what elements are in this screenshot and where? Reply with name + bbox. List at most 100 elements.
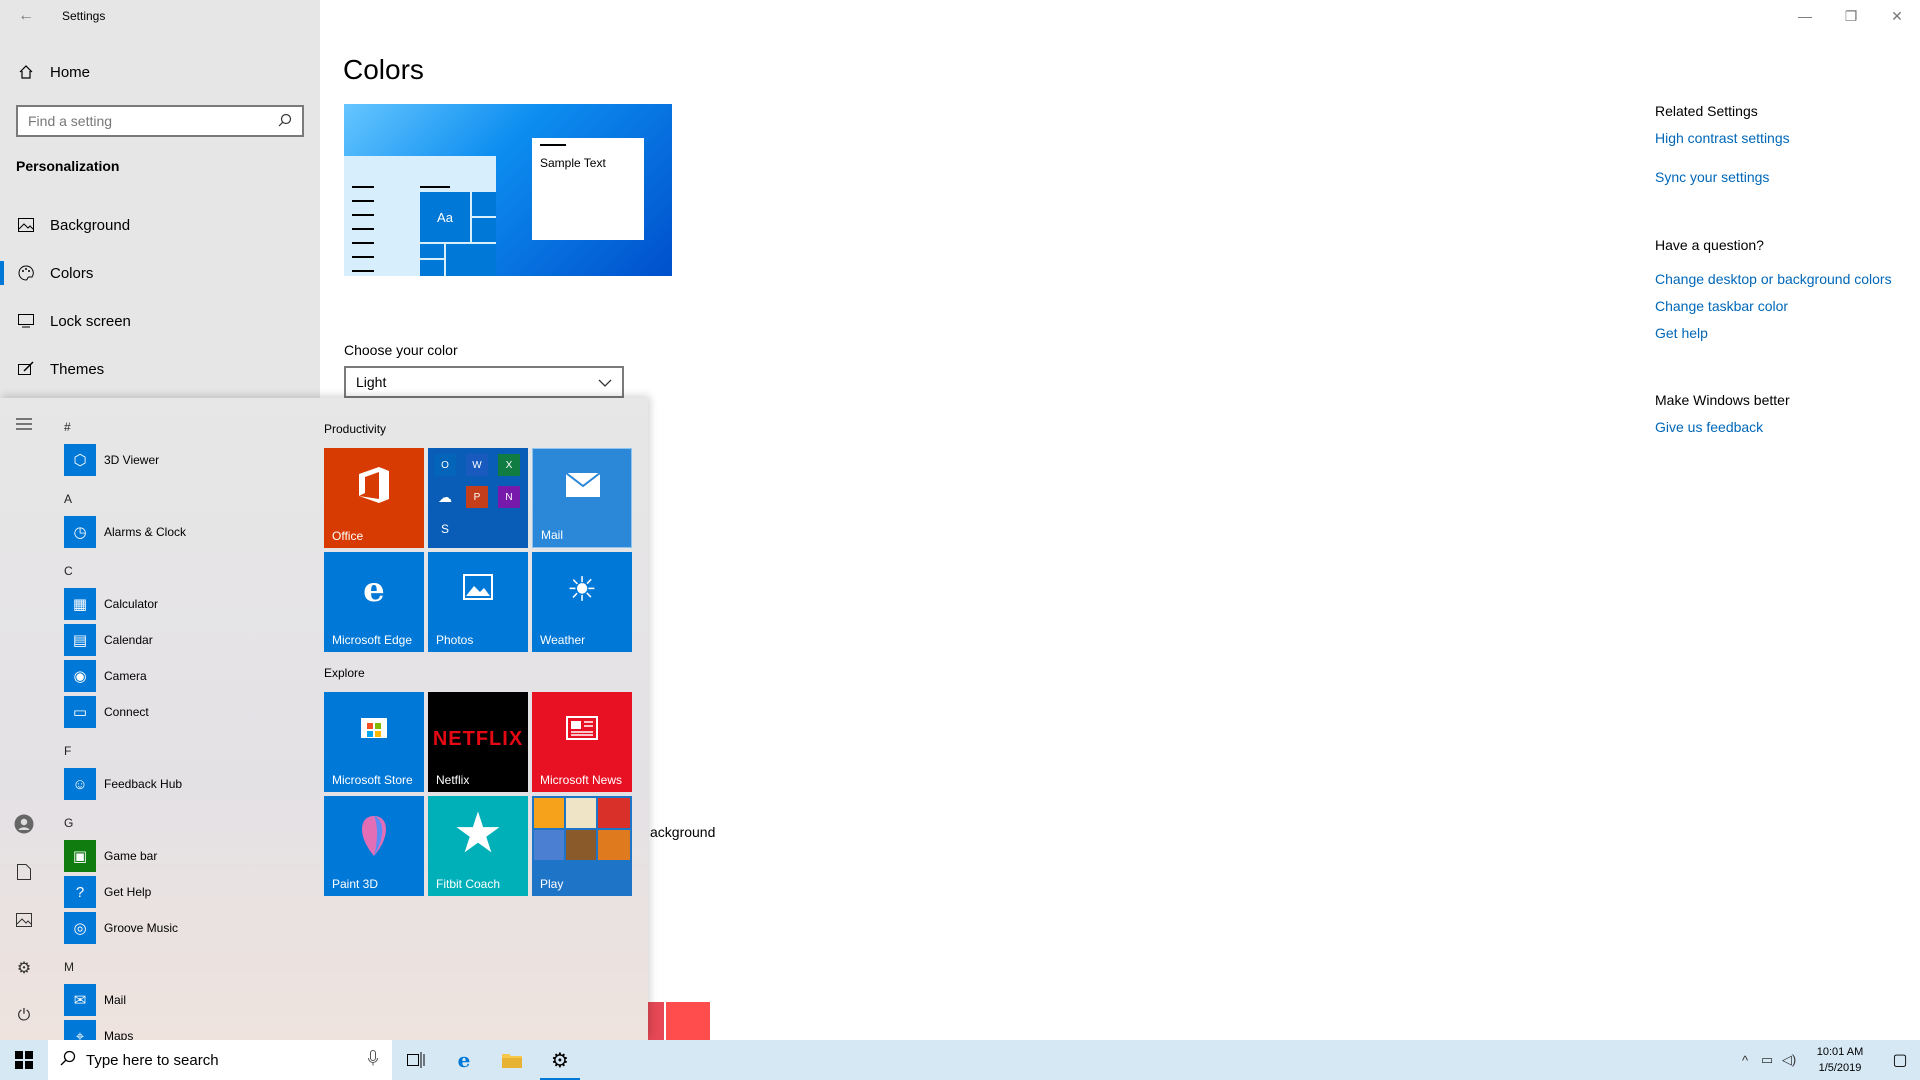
- onenote-icon: N: [498, 486, 520, 508]
- app-label: Alarms & Clock: [104, 525, 187, 539]
- sidebar-item-background[interactable]: Background: [0, 205, 320, 245]
- app-groove-music[interactable]: ◎ Groove Music: [64, 912, 178, 944]
- color-swatch[interactable]: [648, 1002, 664, 1040]
- settings-taskbar-icon[interactable]: ⚙: [536, 1040, 584, 1080]
- sidebar-item-lock-screen[interactable]: Lock screen: [0, 301, 320, 341]
- preview-window: Sample Text: [532, 138, 644, 240]
- documents-icon[interactable]: [12, 860, 36, 884]
- change-taskbar-color-link[interactable]: Change taskbar color: [1655, 298, 1788, 314]
- clock-time: 10:01 AM: [1816, 1046, 1864, 1058]
- background-option-label: ackground: [650, 824, 716, 840]
- app-3d-viewer[interactable]: ⬡ 3D Viewer: [64, 444, 159, 476]
- sync-settings-link[interactable]: Sync your settings: [1655, 169, 1769, 185]
- camera-icon: ◉: [64, 660, 96, 692]
- tile-photos[interactable]: Photos: [428, 552, 528, 652]
- tile-mail[interactable]: Mail: [532, 448, 632, 548]
- connect-icon: ▭: [64, 696, 96, 728]
- volume-icon[interactable]: ◁): [1778, 1052, 1800, 1068]
- file-explorer-taskbar-icon[interactable]: [488, 1040, 536, 1080]
- sidebar-item-label: Home: [50, 63, 91, 81]
- back-arrow-icon[interactable]: ←: [14, 4, 38, 28]
- powerpoint-icon: P: [466, 486, 488, 508]
- settings-gear-icon[interactable]: ⚙: [12, 956, 36, 980]
- microphone-icon[interactable]: [368, 1050, 378, 1070]
- app-feedback-hub[interactable]: ☺ Feedback Hub: [64, 768, 182, 800]
- app-group-letter[interactable]: A: [64, 492, 72, 506]
- app-label: 3D Viewer: [104, 453, 160, 467]
- minimize-button[interactable]: —: [1782, 0, 1828, 32]
- xbox-icon: ▣: [64, 840, 96, 872]
- app-group-letter[interactable]: C: [64, 564, 73, 578]
- sidebar-item-colors[interactable]: Colors: [0, 253, 320, 293]
- tile-group-label[interactable]: Explore: [324, 666, 365, 680]
- give-feedback-link[interactable]: Give us feedback: [1655, 419, 1763, 435]
- tile-play[interactable]: Play: [532, 796, 632, 896]
- sidebar-item-home[interactable]: Home: [0, 52, 320, 92]
- word-icon: W: [466, 454, 488, 476]
- tile-netflix[interactable]: NETFLIX Netflix: [428, 692, 528, 792]
- tile-label: Fitbit Coach: [436, 877, 501, 891]
- window-controls: — ❐ ✕: [1782, 0, 1920, 32]
- tile-microsoft-store[interactable]: Microsoft Store: [324, 692, 424, 792]
- find-setting-input[interactable]: Find a setting: [16, 105, 304, 137]
- action-center-icon[interactable]: ▢: [1880, 1050, 1920, 1070]
- app-get-help[interactable]: ? Get Help: [64, 876, 151, 908]
- tile-label: Play: [540, 877, 564, 891]
- app-group-letter[interactable]: F: [64, 744, 71, 758]
- edge-taskbar-icon[interactable]: e: [440, 1040, 488, 1080]
- get-help-link[interactable]: Get help: [1655, 325, 1708, 341]
- tile-office[interactable]: Office: [324, 448, 424, 548]
- tile-microsoft-news[interactable]: Microsoft News: [532, 692, 632, 792]
- feedback-icon: ☺: [64, 768, 96, 800]
- pictures-icon[interactable]: [12, 908, 36, 932]
- user-account-icon[interactable]: [12, 812, 36, 836]
- tile-paint-3d[interactable]: Paint 3D: [324, 796, 424, 896]
- cube-icon: ⬡: [64, 444, 96, 476]
- color-swatch[interactable]: [666, 1002, 710, 1040]
- folder-icon: [502, 1054, 522, 1068]
- start-button[interactable]: [0, 1040, 48, 1080]
- solitaire-icon: [566, 798, 596, 828]
- tile-weather[interactable]: ☀ Weather: [532, 552, 632, 652]
- game-thumb-icon: [598, 830, 630, 860]
- tile-group-label[interactable]: Productivity: [324, 422, 386, 436]
- app-alarms-clock[interactable]: ◷ Alarms & Clock: [64, 516, 186, 548]
- map-icon: ⌖: [64, 1020, 96, 1040]
- change-desktop-colors-link[interactable]: Change desktop or background colors: [1655, 271, 1892, 287]
- app-connect[interactable]: ▭ Connect: [64, 696, 149, 728]
- window-title: Settings: [62, 9, 106, 23]
- app-group-letter[interactable]: G: [64, 816, 73, 830]
- tile-label: Microsoft Store: [332, 773, 413, 787]
- taskbar-clock[interactable]: 10:01 AM 1/5/2019: [1800, 1044, 1880, 1076]
- choose-color-dropdown[interactable]: Light: [344, 366, 624, 398]
- tile-label: Microsoft Edge: [332, 633, 413, 647]
- task-view-button[interactable]: [392, 1040, 440, 1080]
- taskbar-search-box[interactable]: Type here to search: [48, 1040, 392, 1080]
- netflix-icon: NETFLIX: [432, 728, 524, 750]
- app-maps[interactable]: ⌖ Maps: [64, 1020, 133, 1040]
- app-calculator[interactable]: ▦ Calculator: [64, 588, 158, 620]
- close-button[interactable]: ✕: [1874, 0, 1920, 32]
- clock-icon: ◷: [64, 516, 96, 548]
- app-game-bar[interactable]: ▣ Game bar: [64, 840, 157, 872]
- chevron-up-icon[interactable]: ^: [1734, 1053, 1756, 1068]
- hamburger-menu-icon[interactable]: [12, 412, 36, 436]
- app-mail[interactable]: ✉ Mail: [64, 984, 126, 1016]
- preview-list-line: [352, 228, 374, 230]
- tile-fitbit-coach[interactable]: ★ Fitbit Coach: [428, 796, 528, 896]
- question-heading: Have a question?: [1655, 237, 1764, 253]
- power-icon[interactable]: ⏻: [12, 1004, 36, 1028]
- onedrive-icon: ☁: [438, 488, 452, 505]
- preview-list-line: [352, 214, 374, 216]
- page-title: Colors: [343, 54, 424, 85]
- app-calendar[interactable]: ▤ Calendar: [64, 624, 153, 656]
- high-contrast-link[interactable]: High contrast settings: [1655, 130, 1790, 146]
- network-icon[interactable]: ▭: [1756, 1052, 1778, 1068]
- app-group-letter[interactable]: M: [64, 960, 74, 974]
- maximize-button[interactable]: ❐: [1828, 0, 1874, 32]
- tile-edge[interactable]: e Microsoft Edge: [324, 552, 424, 652]
- tile-office-apps[interactable]: O W X ☁ P N S: [428, 448, 528, 548]
- app-camera[interactable]: ◉ Camera: [64, 660, 147, 692]
- app-group-letter[interactable]: #: [64, 420, 71, 434]
- sidebar-item-themes[interactable]: Themes: [0, 349, 320, 389]
